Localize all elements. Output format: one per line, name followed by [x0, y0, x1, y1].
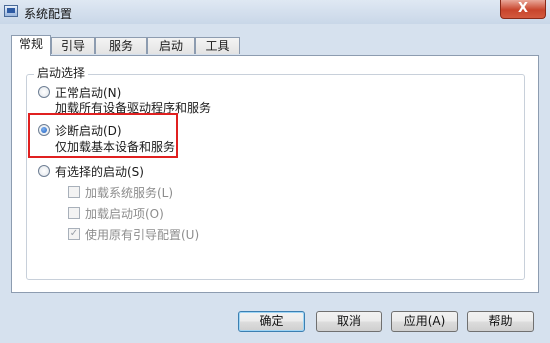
diagnostic-highlight-box — [28, 113, 178, 158]
selective-startup-radio[interactable] — [38, 165, 50, 177]
tab-tools[interactable]: 工具 — [195, 37, 240, 54]
load-system-services-label: 加载系统服务(L) — [85, 186, 174, 200]
tab-boot[interactable]: 引导 — [51, 37, 95, 54]
selective-startup-label[interactable]: 有选择的启动(S) — [55, 163, 144, 180]
window-title: 系统配置 — [24, 7, 73, 21]
tab-services[interactable]: 服务 — [95, 37, 147, 54]
tab-general[interactable]: 常规 — [11, 35, 51, 56]
load-startup-items-checkbox[interactable] — [68, 207, 80, 219]
apply-button[interactable]: 应用(A) — [391, 311, 458, 332]
tab-startup[interactable]: 启动 — [147, 37, 195, 54]
use-original-boot-config-checkbox[interactable]: ✓ — [68, 228, 80, 240]
general-tab-panel: 启动选择 正常启动(N) 加载所有设备驱动程序和服务 诊断启动(D) 仅加载基本… — [11, 55, 539, 293]
system-config-window: 系统配置 X 常规 引导 服务 启动 工具 启动选择 正常启动(N) 加载所有设… — [0, 0, 550, 343]
title-bar[interactable]: 系统配置 X — [0, 0, 550, 24]
close-icon: X — [517, 1, 529, 16]
ok-button[interactable]: 确定 — [238, 311, 305, 332]
close-button[interactable]: X — [500, 0, 546, 19]
load-system-services-checkbox[interactable] — [68, 186, 80, 198]
checkmark-icon: ✓ — [69, 228, 79, 239]
cancel-button[interactable]: 取消 — [316, 311, 382, 332]
startup-selection-label: 启动选择 — [34, 64, 89, 81]
load-startup-items-label: 加载启动项(O) — [85, 207, 164, 221]
use-original-boot-config-label: 使用原有引导配置(U) — [85, 228, 200, 242]
help-button[interactable]: 帮助 — [467, 311, 534, 332]
normal-startup-radio[interactable] — [38, 86, 50, 98]
system-config-app-icon — [4, 5, 18, 17]
